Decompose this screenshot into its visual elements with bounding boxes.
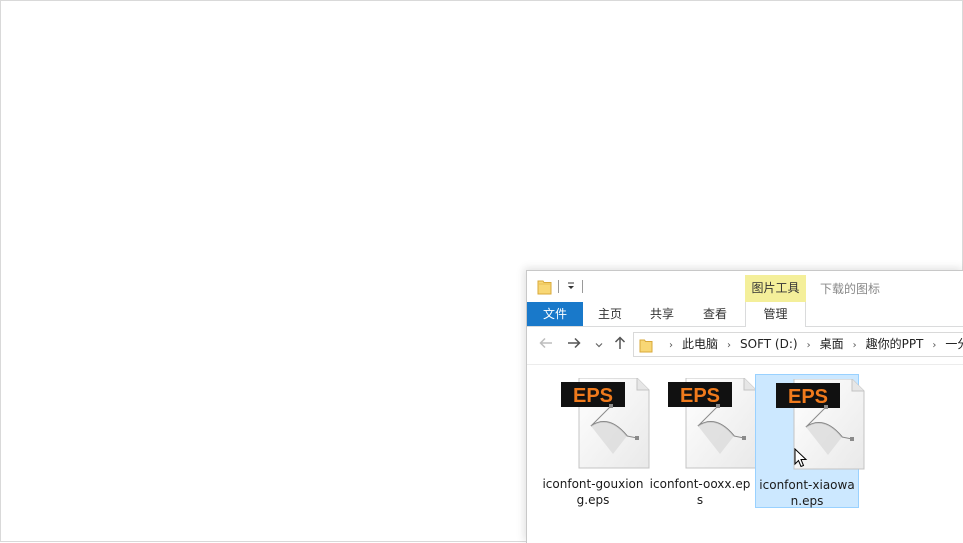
folder-icon[interactable]	[537, 279, 552, 299]
eps-file-icon: EPS	[561, 378, 650, 469]
file-name: iconfont-ooxx.eps	[649, 477, 751, 507]
chevron-right-icon[interactable]: ›	[853, 334, 857, 356]
breadcrumb-soft-drive[interactable]: SOFT (D:)	[740, 333, 798, 356]
file-name: iconfont-gouxiong.eps	[542, 477, 644, 507]
chevron-down-icon[interactable]	[595, 338, 603, 356]
file-name: iconfont-xiaowan.eps	[759, 478, 855, 508]
tab-file[interactable]: 文件	[527, 302, 583, 326]
file-item[interactable]: EPS iconfont-ooxx.eps	[648, 374, 757, 508]
mouse-cursor-icon	[794, 447, 808, 472]
breadcrumb-ppt-folder[interactable]: 趣你的PPT	[866, 333, 924, 356]
tab-share[interactable]: 共享	[637, 302, 687, 326]
title-bar: 图片工具 下载的图标	[527, 271, 963, 302]
svg-text:EPS: EPS	[788, 386, 828, 408]
file-item[interactable]: EPS iconfont-gouxiong.eps	[541, 374, 650, 508]
svg-text:EPS: EPS	[573, 385, 613, 407]
chevron-right-icon[interactable]: ›	[807, 334, 811, 356]
file-explorer-window: 图片工具 下载的图标 文件 主页 共享 查看 管理 › 此电脑 › SOFT (…	[526, 270, 963, 543]
breadcrumb: › 此电脑 › SOFT (D:) › 桌面 › 趣你的PPT › 一分	[660, 333, 963, 356]
breadcrumb-desktop[interactable]: 桌面	[820, 333, 844, 356]
address-bar[interactable]: › 此电脑 › SOFT (D:) › 桌面 › 趣你的PPT › 一分	[633, 332, 963, 357]
breadcrumb-subfolder[interactable]: 一分	[945, 333, 963, 356]
eps-file-icon: EPS	[668, 378, 757, 469]
chevron-right-icon[interactable]: ›	[932, 334, 936, 356]
toolbar-separator	[558, 280, 559, 293]
tab-home[interactable]: 主页	[585, 302, 635, 326]
eps-file-icon: EPS	[776, 379, 865, 470]
dropdown-arrow-icon[interactable]	[565, 280, 577, 294]
tab-manage[interactable]: 管理	[745, 302, 806, 327]
forward-arrow-icon[interactable]	[567, 336, 581, 354]
window-title: 下载的图标	[820, 282, 881, 296]
ribbon-tabs: 文件 主页 共享 查看 管理	[527, 302, 963, 327]
file-item-selected[interactable]: EPS iconfont-xiaowan.eps	[755, 374, 865, 508]
breadcrumb-this-pc[interactable]: 此电脑	[682, 333, 718, 356]
chevron-right-icon[interactable]: ›	[669, 334, 673, 356]
back-arrow-icon[interactable]	[539, 336, 553, 354]
up-arrow-icon[interactable]	[613, 336, 627, 354]
file-list: EPS iconfont-gouxiong.eps EPS iconfont-o…	[527, 365, 963, 543]
tab-view[interactable]: 查看	[690, 302, 740, 326]
chevron-right-icon[interactable]: ›	[727, 334, 731, 356]
svg-text:EPS: EPS	[680, 385, 720, 407]
navigation-bar: › 此电脑 › SOFT (D:) › 桌面 › 趣你的PPT › 一分	[527, 327, 963, 365]
picture-tools-group-label: 图片工具	[745, 275, 806, 302]
toolbar-separator	[582, 280, 583, 293]
folder-icon	[639, 338, 653, 356]
